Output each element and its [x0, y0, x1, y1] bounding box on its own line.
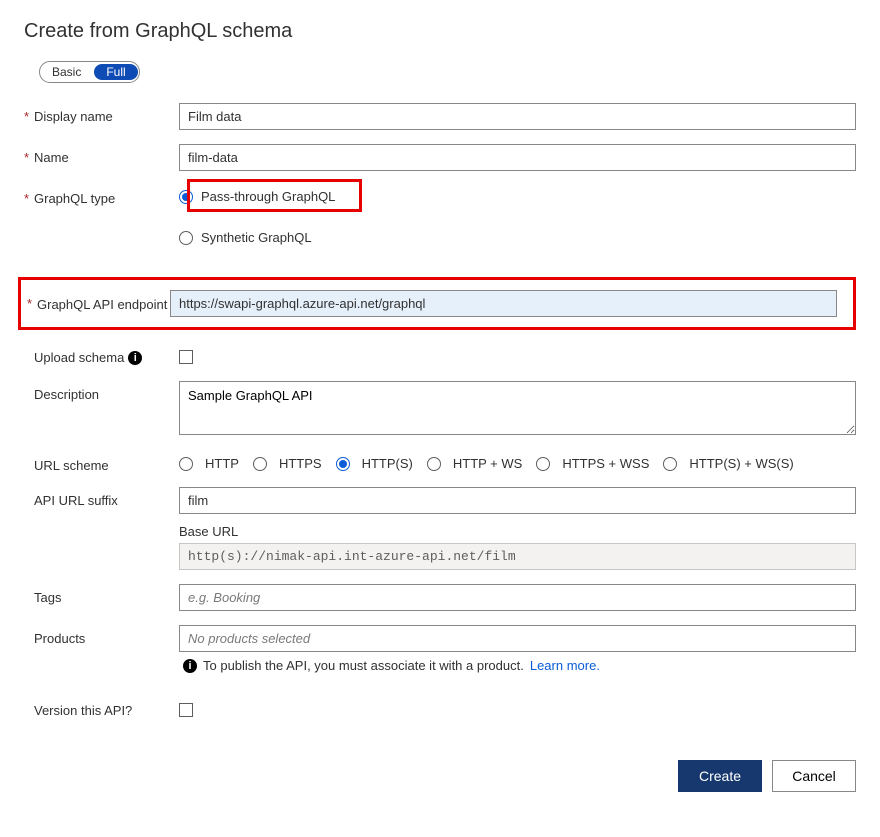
radio-icon [179, 231, 193, 245]
graphql-endpoint-input[interactable] [170, 290, 837, 317]
url-scheme-http-s-ws-s[interactable]: HTTP(S) + WS(S) [663, 456, 793, 471]
version-api-checkbox[interactable] [179, 703, 193, 717]
display-name-label: Display name [34, 109, 113, 124]
name-label: Name [34, 150, 69, 165]
products-input[interactable] [179, 625, 856, 652]
base-url-value: http(s)://nimak-api.int-azure-api.net/fi… [179, 543, 856, 570]
url-scheme-https-wss[interactable]: HTTPS + WSS [536, 456, 649, 471]
learn-more-link[interactable]: Learn more. [530, 658, 600, 673]
required-marker: * [24, 109, 34, 124]
basic-full-toggle[interactable]: Basic Full [39, 61, 140, 83]
tags-input[interactable] [179, 584, 856, 611]
toggle-full[interactable]: Full [94, 64, 137, 80]
radio-icon [336, 457, 350, 471]
version-api-label: Version this API? [34, 703, 132, 718]
cancel-button[interactable]: Cancel [772, 760, 856, 792]
url-scheme-label: URL scheme [34, 458, 109, 473]
required-marker: * [24, 191, 34, 206]
tags-label: Tags [34, 590, 61, 605]
description-textarea[interactable]: Sample GraphQL API [179, 381, 856, 435]
url-scheme-https[interactable]: HTTPS [253, 456, 322, 471]
endpoint-label: GraphQL API endpoint [37, 296, 167, 314]
radio-synthetic-label: Synthetic GraphQL [201, 230, 312, 245]
graphql-type-label: GraphQL type [34, 191, 115, 206]
base-url-label: Base URL [179, 524, 856, 539]
display-name-input[interactable] [179, 103, 856, 130]
upload-schema-checkbox[interactable] [179, 350, 193, 364]
products-label: Products [34, 631, 85, 646]
radio-icon [427, 457, 441, 471]
api-url-suffix-label: API URL suffix [34, 493, 118, 508]
create-button[interactable]: Create [678, 760, 762, 792]
page-title: Create from GraphQL schema [24, 20, 856, 43]
upload-schema-label: Upload schema [34, 350, 124, 365]
name-input[interactable] [179, 144, 856, 171]
required-marker: * [24, 150, 34, 165]
url-scheme-http[interactable]: HTTP [179, 456, 239, 471]
radio-icon [179, 457, 193, 471]
radio-synthetic-graphql[interactable]: Synthetic GraphQL [179, 226, 856, 249]
radio-icon [253, 457, 267, 471]
url-scheme-http-ws[interactable]: HTTP + WS [427, 456, 522, 471]
api-url-suffix-input[interactable] [179, 487, 856, 514]
highlight-box-endpoint: * GraphQL API endpoint [18, 277, 856, 330]
publish-info-text: To publish the API, you must associate i… [203, 658, 524, 673]
highlight-box [187, 179, 362, 212]
info-icon[interactable]: i [128, 351, 142, 365]
toggle-basic[interactable]: Basic [40, 63, 93, 81]
info-icon: i [183, 659, 197, 673]
radio-icon [536, 457, 550, 471]
radio-icon [663, 457, 677, 471]
url-scheme-http-s[interactable]: HTTP(S) [336, 456, 413, 471]
description-label: Description [34, 387, 99, 402]
required-marker: * [27, 296, 37, 311]
